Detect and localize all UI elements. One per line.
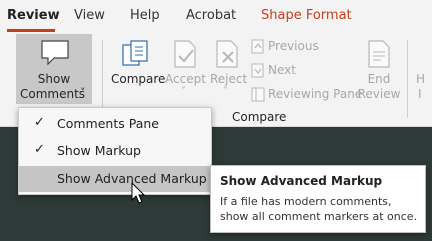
compare-button[interactable]: Compare <box>108 36 166 92</box>
tooltip-body-line-1: If a file has modern comments, <box>220 195 392 208</box>
checkmark-icon: ✓ <box>34 142 45 157</box>
next-button[interactable]: Next <box>249 62 329 80</box>
previous-label: Previous <box>268 39 319 53</box>
tab-help[interactable]: Help <box>130 8 160 23</box>
show-comments-label-1: Show <box>37 72 71 86</box>
tab-review[interactable]: Review <box>7 8 60 23</box>
next-icon <box>251 63 264 78</box>
compare-label: Compare <box>111 72 166 86</box>
chevron-down-icon: ˅ <box>181 86 186 97</box>
end-review-icon <box>368 40 390 68</box>
chevron-down-icon: ˅ <box>223 86 228 97</box>
tooltip-title: Show Advanced Markup <box>220 174 383 188</box>
compare-icon <box>122 40 148 66</box>
tooltip: Show Advanced Markup If a file has moder… <box>210 165 426 233</box>
group-separator <box>407 40 408 118</box>
show-comments-button[interactable]: Show Comments ˅ <box>16 34 92 104</box>
truncated-label-i: I <box>418 87 422 101</box>
reviewing-pane-button[interactable]: Reviewing Pane <box>249 86 363 104</box>
end-review-button[interactable]: End Review <box>357 36 401 102</box>
previous-icon <box>251 39 264 54</box>
reject-icon <box>216 40 238 68</box>
accept-label: Accept <box>165 72 206 86</box>
tab-shape-format[interactable]: Shape Format <box>261 8 352 23</box>
ribbon-tab-bar: Review View Help Acrobat Shape Format <box>0 0 432 32</box>
end-review-label-2: Review <box>357 87 401 101</box>
menu-item-label: Show Markup <box>57 143 141 158</box>
menu-item-show-advanced-markup[interactable]: Show Advanced Markup <box>19 166 211 192</box>
reviewing-pane-label: Reviewing Pane <box>268 87 363 101</box>
menu-item-comments-pane[interactable]: ✓ Comments Pane <box>19 111 211 137</box>
reject-label: Reject <box>210 72 248 86</box>
tab-view[interactable]: View <box>74 8 105 23</box>
accept-button[interactable]: Accept ˅ <box>163 36 207 102</box>
reviewing-pane-icon <box>251 87 265 102</box>
menu-item-show-markup[interactable]: ✓ Show Markup <box>19 138 211 164</box>
accept-icon <box>174 40 196 68</box>
show-comments-label-2: Comments <box>20 87 86 101</box>
comment-icon <box>41 40 69 66</box>
tab-acrobat[interactable]: Acrobat <box>186 8 236 23</box>
menu-item-label: Comments Pane <box>57 116 159 131</box>
end-review-label-1: End <box>367 72 391 86</box>
chevron-down-icon: ˅ <box>80 86 86 99</box>
checkmark-icon: ✓ <box>34 115 45 130</box>
next-label: Next <box>268 63 296 77</box>
mouse-pointer-icon <box>131 182 146 204</box>
truncated-label-h: H <box>416 72 426 86</box>
tooltip-body-line-2: show all comment markers at once. <box>220 210 418 223</box>
previous-button[interactable]: Previous <box>249 38 329 56</box>
show-comments-menu: ✓ Comments Pane ✓ Show Markup Show Advan… <box>18 107 212 195</box>
compare-group-label: Compare <box>232 110 287 124</box>
reject-button[interactable]: Reject ˅ <box>207 36 247 102</box>
